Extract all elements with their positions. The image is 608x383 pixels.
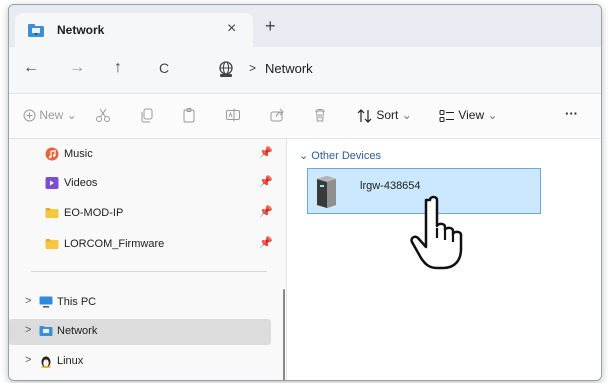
sidebar-item-linux[interactable]: > Linux (9, 349, 271, 375)
linux-penguin-icon (41, 356, 51, 368)
sidebar-item-label: Network (57, 325, 98, 337)
view-button[interactable]: View ⌄ (439, 108, 498, 123)
explorer-window: Network × + ← → ↑ C > Network New ⌄ Sort… (8, 4, 602, 381)
device-label: lrgw-438654 (360, 180, 421, 192)
folder-icon (45, 208, 59, 218)
sidebar-scrollbar-thumb[interactable] (283, 289, 285, 380)
pin-icon: 📌 (259, 176, 273, 188)
forward-button[interactable]: → (69, 59, 85, 77)
command-bar: New ⌄ Sort ⌄ View ⌄ ··· (9, 94, 601, 139)
chevron-right-icon[interactable]: > (25, 354, 31, 366)
pin-icon: 📌 (259, 237, 273, 249)
breadcrumb-separator: > (249, 61, 257, 75)
network-folder-icon (28, 24, 44, 37)
network-folder-icon (39, 326, 53, 336)
delete-icon[interactable] (312, 107, 328, 123)
sidebar-item-network[interactable]: > Network (9, 319, 271, 345)
hand-pointer-cursor-icon (410, 195, 463, 270)
navigation-pane: Music 📌 Videos 📌 EO-MOD-IP 📌 LORCOM_Firm… (9, 139, 286, 380)
pin-icon: 📌 (259, 147, 273, 159)
network-globe-icon (219, 61, 233, 77)
chevron-down-icon: ⌄ (66, 108, 77, 122)
sidebar-item-label: Videos (64, 177, 98, 189)
copy-icon[interactable] (139, 107, 155, 123)
music-icon (45, 147, 59, 161)
more-options-button[interactable]: ··· (565, 106, 578, 121)
sidebar-item-label: Music (64, 148, 93, 160)
cut-icon[interactable] (95, 107, 111, 123)
computer-icon (39, 296, 53, 308)
share-icon[interactable] (269, 107, 285, 123)
new-button[interactable]: New ⌄ (23, 108, 77, 122)
sidebar-item-lorcom-firmware[interactable]: LORCOM_Firmware 📌 (9, 232, 273, 258)
rename-icon[interactable] (225, 107, 241, 123)
paste-icon[interactable] (181, 107, 197, 123)
address-row: ← → ↑ C > Network (9, 47, 601, 94)
up-button[interactable]: ↑ (114, 59, 122, 77)
sort-icon (357, 108, 372, 123)
videos-icon (45, 177, 59, 189)
refresh-button[interactable]: C (159, 60, 169, 76)
sort-label: Sort (376, 108, 399, 122)
network-device-icon (317, 176, 336, 208)
breadcrumb-network[interactable]: Network (265, 61, 313, 76)
sidebar-item-label: Linux (57, 355, 84, 367)
plus-circle-icon (23, 109, 36, 122)
new-tab-button[interactable]: + (265, 17, 276, 35)
sort-button[interactable]: Sort ⌄ (357, 108, 412, 123)
pin-icon: 📌 (259, 206, 273, 218)
chevron-right-icon[interactable]: > (25, 324, 31, 336)
chevron-down-icon: ⌄ (299, 150, 309, 162)
chevron-down-icon: ⌄ (487, 108, 498, 122)
chevron-down-icon: ⌄ (401, 108, 412, 122)
new-label: New (39, 108, 64, 122)
back-button[interactable]: ← (23, 59, 39, 77)
chevron-right-icon[interactable]: > (25, 295, 31, 307)
sidebar-item-videos[interactable]: Videos 📌 (9, 171, 273, 197)
sidebar-divider (31, 271, 267, 272)
sidebar-item-label: This PC (57, 296, 97, 308)
view-label: View (458, 108, 485, 122)
sidebar-item-music[interactable]: Music 📌 (9, 142, 273, 168)
sidebar-item-label: LORCOM_Firmware (64, 238, 165, 250)
tab-strip: Network × + (9, 5, 601, 47)
group-header-other-devices[interactable]: ⌄ Other Devices (299, 149, 381, 162)
folder-icon (45, 239, 59, 249)
view-icon (439, 109, 454, 122)
sidebar-item-eo-mod-ip[interactable]: EO-MOD-IP 📌 (9, 201, 273, 227)
sidebar-item-label: EO-MOD-IP (64, 207, 124, 219)
tab-network[interactable]: Network × (15, 13, 253, 47)
group-header-label: Other Devices (311, 150, 381, 162)
tab-close-button[interactable]: × (227, 20, 236, 38)
sidebar-item-this-pc[interactable]: > This PC (9, 290, 271, 316)
tab-title: Network (57, 23, 105, 37)
